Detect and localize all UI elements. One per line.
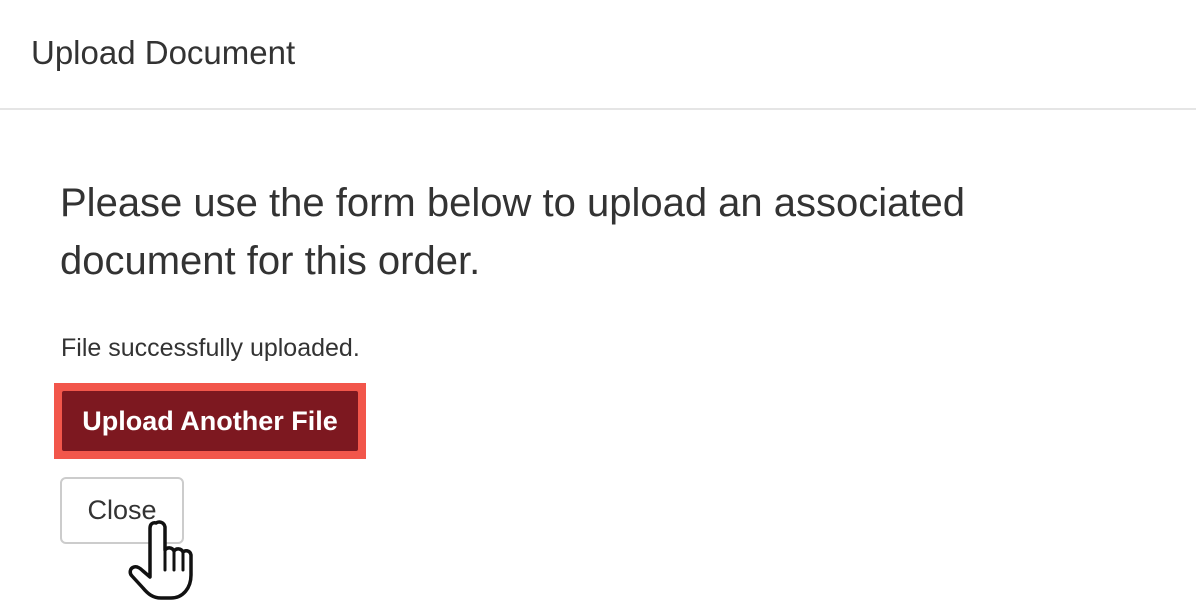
close-button[interactable]: Close: [60, 477, 184, 544]
upload-document-dialog: Upload Document Please use the form belo…: [0, 0, 1196, 604]
dialog-header: Upload Document: [0, 0, 1196, 110]
dialog-title: Upload Document: [31, 34, 296, 71]
upload-status-message: File successfully uploaded.: [61, 334, 360, 362]
upload-another-file-button[interactable]: Upload Another File: [62, 391, 358, 451]
intro-text: Please use the form below to upload an a…: [60, 181, 966, 283]
